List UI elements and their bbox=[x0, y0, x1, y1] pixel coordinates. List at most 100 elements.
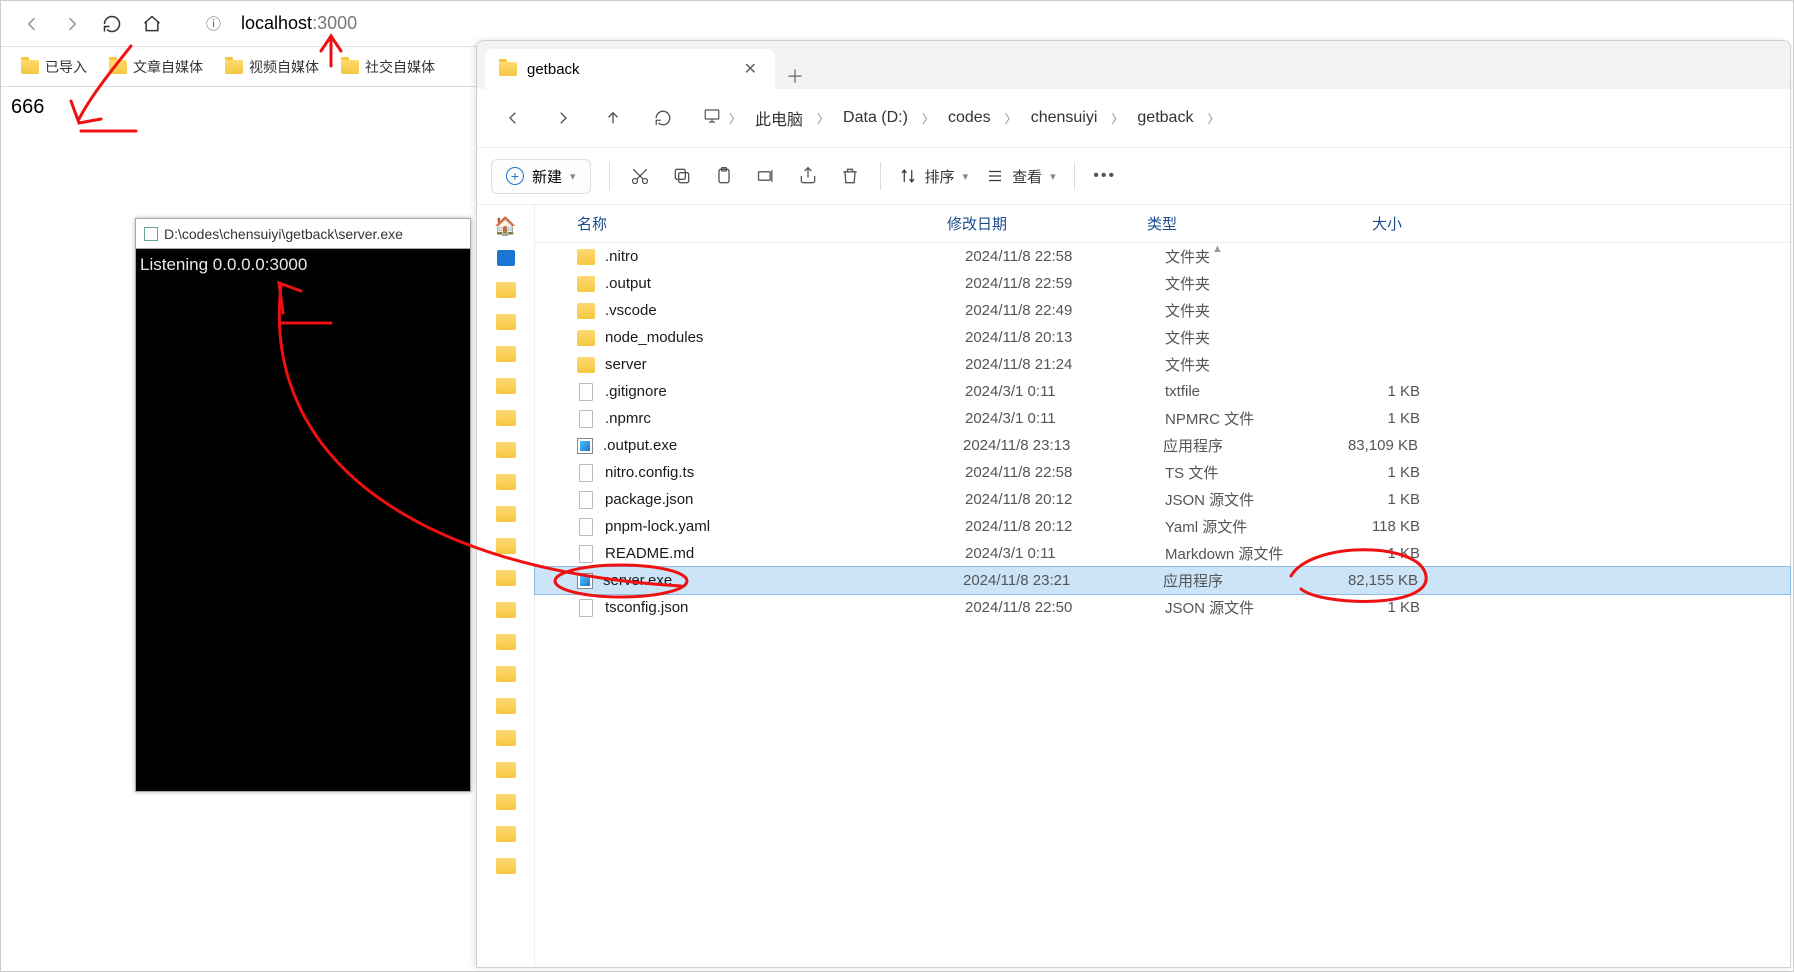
side-folder-icon[interactable] bbox=[486, 851, 526, 881]
address-bar[interactable]: ⓘ localhost:3000 bbox=[188, 7, 1778, 41]
file-icon bbox=[579, 464, 593, 482]
reload-button[interactable] bbox=[96, 8, 128, 40]
side-folder-icon[interactable] bbox=[486, 723, 526, 753]
bookmark-label: 文章自媒体 bbox=[133, 57, 203, 77]
exe-icon bbox=[577, 573, 593, 589]
file-row[interactable]: .npmrc2024/3/1 0:11NPMRC 文件1 KB bbox=[535, 405, 1790, 432]
file-name: .vscode bbox=[605, 302, 965, 319]
file-row[interactable]: .output.exe2024/11/8 23:13应用程序83,109 KB bbox=[535, 432, 1790, 459]
file-date: 2024/3/1 0:11 bbox=[965, 545, 1165, 562]
side-folder-icon[interactable] bbox=[486, 691, 526, 721]
rename-icon[interactable] bbox=[754, 164, 778, 188]
breadcrumb-segment[interactable]: getback bbox=[1131, 105, 1199, 131]
file-type: 应用程序 bbox=[1163, 570, 1328, 591]
side-folder-icon[interactable] bbox=[486, 307, 526, 337]
file-date: 2024/11/8 22:59 bbox=[965, 275, 1165, 292]
side-folder-icon[interactable] bbox=[486, 659, 526, 689]
list-header[interactable]: 名称 修改日期 类型 大小 bbox=[535, 205, 1790, 243]
col-name[interactable]: 名称 bbox=[577, 213, 947, 234]
separator bbox=[880, 162, 881, 190]
folder-icon bbox=[109, 60, 127, 74]
file-row[interactable]: pnpm-lock.yaml2024/11/8 20:12Yaml 源文件118… bbox=[535, 513, 1790, 540]
explorer-window[interactable]: getback ✕ ＋ 〉 此电脑〉Data (D:)〉codes〉chensu… bbox=[476, 40, 1791, 968]
file-date: 2024/11/8 22:49 bbox=[965, 302, 1165, 319]
ex-up-button[interactable] bbox=[593, 98, 633, 138]
side-folder-icon[interactable] bbox=[486, 563, 526, 593]
new-tab-button[interactable]: ＋ bbox=[775, 63, 815, 89]
file-type: 文件夹 bbox=[1165, 354, 1330, 375]
chevron-right-icon: 〉 bbox=[1207, 110, 1219, 127]
file-row[interactable]: .nitro2024/11/8 22:58文件夹 bbox=[535, 243, 1790, 270]
col-type[interactable]: 类型 bbox=[1147, 213, 1312, 234]
bookmark-item[interactable]: 社交自媒体 bbox=[333, 53, 443, 81]
file-size: 1 KB bbox=[1330, 383, 1440, 400]
file-row[interactable]: .output2024/11/8 22:59文件夹 bbox=[535, 270, 1790, 297]
side-folder-icon[interactable] bbox=[486, 755, 526, 785]
side-gallery-icon[interactable] bbox=[486, 243, 526, 273]
file-row[interactable]: package.json2024/11/8 20:12JSON 源文件1 KB bbox=[535, 486, 1790, 513]
bookmark-item[interactable]: 文章自媒体 bbox=[101, 53, 211, 81]
file-size: 82,155 KB bbox=[1328, 572, 1438, 589]
share-icon[interactable] bbox=[796, 164, 820, 188]
ex-back-button[interactable] bbox=[493, 98, 533, 138]
side-folder-icon[interactable] bbox=[486, 339, 526, 369]
chevron-down-icon: ▾ bbox=[963, 170, 969, 183]
terminal-window[interactable]: D:\codes\chensuiyi\getback\server.exe Li… bbox=[135, 218, 471, 792]
file-size: 1 KB bbox=[1330, 410, 1440, 427]
exe-icon bbox=[577, 438, 593, 454]
breadcrumb-segment[interactable]: chensuiyi bbox=[1025, 105, 1104, 131]
ex-forward-button[interactable] bbox=[543, 98, 583, 138]
chevron-right-icon: 〉 bbox=[1111, 110, 1123, 127]
view-button[interactable]: 查看 ▾ bbox=[986, 166, 1056, 187]
breadcrumb[interactable]: 〉 此电脑〉Data (D:)〉codes〉chensuiyi〉getback〉 bbox=[693, 102, 1774, 134]
more-icon[interactable]: ••• bbox=[1093, 164, 1117, 188]
side-folder-icon[interactable] bbox=[486, 531, 526, 561]
file-row[interactable]: .gitignore2024/3/1 0:11txtfile1 KB bbox=[535, 378, 1790, 405]
side-folder-icon[interactable] bbox=[486, 787, 526, 817]
cut-icon[interactable] bbox=[628, 164, 652, 188]
file-row[interactable]: .vscode2024/11/8 22:49文件夹 bbox=[535, 297, 1790, 324]
side-folder-icon[interactable] bbox=[486, 435, 526, 465]
col-date[interactable]: 修改日期 bbox=[947, 213, 1147, 234]
forward-button[interactable] bbox=[56, 8, 88, 40]
file-row[interactable]: nitro.config.ts2024/11/8 22:58TS 文件1 KB bbox=[535, 459, 1790, 486]
side-folder-icon[interactable] bbox=[486, 499, 526, 529]
breadcrumb-segment[interactable]: codes bbox=[942, 105, 997, 131]
side-folder-icon[interactable] bbox=[486, 627, 526, 657]
file-row[interactable]: server2024/11/8 21:24文件夹 bbox=[535, 351, 1790, 378]
file-size: 83,109 KB bbox=[1328, 437, 1438, 454]
explorer-nav: 〉 此电脑〉Data (D:)〉codes〉chensuiyi〉getback〉 bbox=[477, 89, 1790, 147]
terminal-titlebar[interactable]: D:\codes\chensuiyi\getback\server.exe bbox=[136, 219, 470, 249]
delete-icon[interactable] bbox=[838, 164, 862, 188]
side-folder-icon[interactable] bbox=[486, 371, 526, 401]
chevron-down-icon: ▾ bbox=[1050, 170, 1056, 183]
side-folder-icon[interactable] bbox=[486, 595, 526, 625]
file-row[interactable]: node_modules2024/11/8 20:13文件夹 bbox=[535, 324, 1790, 351]
new-button[interactable]: + 新建 ▾ bbox=[491, 159, 591, 194]
col-size[interactable]: 大小 bbox=[1312, 213, 1422, 234]
view-label: 查看 bbox=[1012, 166, 1042, 187]
bookmark-item[interactable]: 已导入 bbox=[13, 53, 95, 81]
file-row[interactable]: tsconfig.json2024/11/8 22:50JSON 源文件1 KB bbox=[535, 594, 1790, 621]
paste-icon[interactable] bbox=[712, 164, 736, 188]
side-home-icon[interactable]: 🏠 bbox=[486, 211, 526, 241]
explorer-tab-active[interactable]: getback ✕ bbox=[485, 49, 775, 89]
sort-button[interactable]: 排序 ▾ bbox=[899, 166, 969, 187]
info-icon[interactable]: ⓘ bbox=[206, 13, 221, 34]
side-folder-icon[interactable] bbox=[486, 467, 526, 497]
side-folder-icon[interactable] bbox=[486, 275, 526, 305]
breadcrumb-segment[interactable]: Data (D:) bbox=[837, 105, 914, 131]
back-button[interactable] bbox=[16, 8, 48, 40]
home-button[interactable] bbox=[136, 8, 168, 40]
copy-icon[interactable] bbox=[670, 164, 694, 188]
breadcrumb-segment[interactable]: 此电脑 bbox=[749, 102, 809, 134]
side-folder-icon[interactable] bbox=[486, 403, 526, 433]
file-row[interactable]: server.exe2024/11/8 23:21应用程序82,155 KB bbox=[535, 567, 1790, 594]
ex-refresh-button[interactable] bbox=[643, 98, 683, 138]
file-row[interactable]: README.md2024/3/1 0:11Markdown 源文件1 KB bbox=[535, 540, 1790, 567]
side-folder-icon[interactable] bbox=[486, 819, 526, 849]
bookmark-item[interactable]: 视频自媒体 bbox=[217, 53, 327, 81]
close-tab-icon[interactable]: ✕ bbox=[740, 59, 761, 79]
chevron-right-icon: 〉 bbox=[1005, 110, 1017, 127]
file-icon bbox=[579, 410, 593, 428]
